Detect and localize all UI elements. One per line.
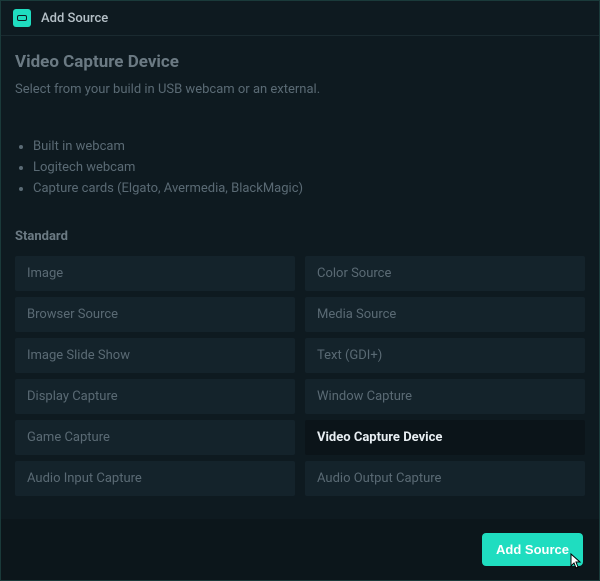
list-item: Capture cards (Elgato, Avermedia, BlackM… [33,179,585,200]
source-item-image[interactable]: Image [15,256,295,291]
source-item-window-capture[interactable]: Window Capture [305,379,585,414]
source-item-browser-source[interactable]: Browser Source [15,297,295,332]
source-grid: Image Color Source Browser Source Media … [15,256,585,496]
dialog-title: Add Source [41,11,108,26]
source-item-text-gdi[interactable]: Text (GDI+) [305,338,585,373]
add-source-button[interactable]: Add Source [482,533,583,566]
source-item-media-source[interactable]: Media Source [305,297,585,332]
source-heading: Video Capture Device [15,52,585,72]
dialog-footer: Add Source [1,519,599,580]
source-item-image-slide-show[interactable]: Image Slide Show [15,338,295,373]
list-item: Built in webcam [33,137,585,158]
source-item-video-capture-device[interactable]: Video Capture Device [305,420,585,455]
section-label: Standard [15,229,585,244]
titlebar: Add Source [1,1,599,36]
source-item-audio-input-capture[interactable]: Audio Input Capture [15,461,295,496]
add-source-dialog: Add Source Video Capture Device Select f… [0,0,600,581]
source-description: Select from your build in USB webcam or … [15,82,585,97]
list-item: Logitech webcam [33,158,585,179]
source-item-display-capture[interactable]: Display Capture [15,379,295,414]
source-item-audio-output-capture[interactable]: Audio Output Capture [305,461,585,496]
source-item-game-capture[interactable]: Game Capture [15,420,295,455]
app-icon [13,9,31,27]
source-item-color-source[interactable]: Color Source [305,256,585,291]
dialog-content: Video Capture Device Select from your bu… [1,36,599,519]
source-examples-list: Built in webcam Logitech webcam Capture … [15,137,585,199]
